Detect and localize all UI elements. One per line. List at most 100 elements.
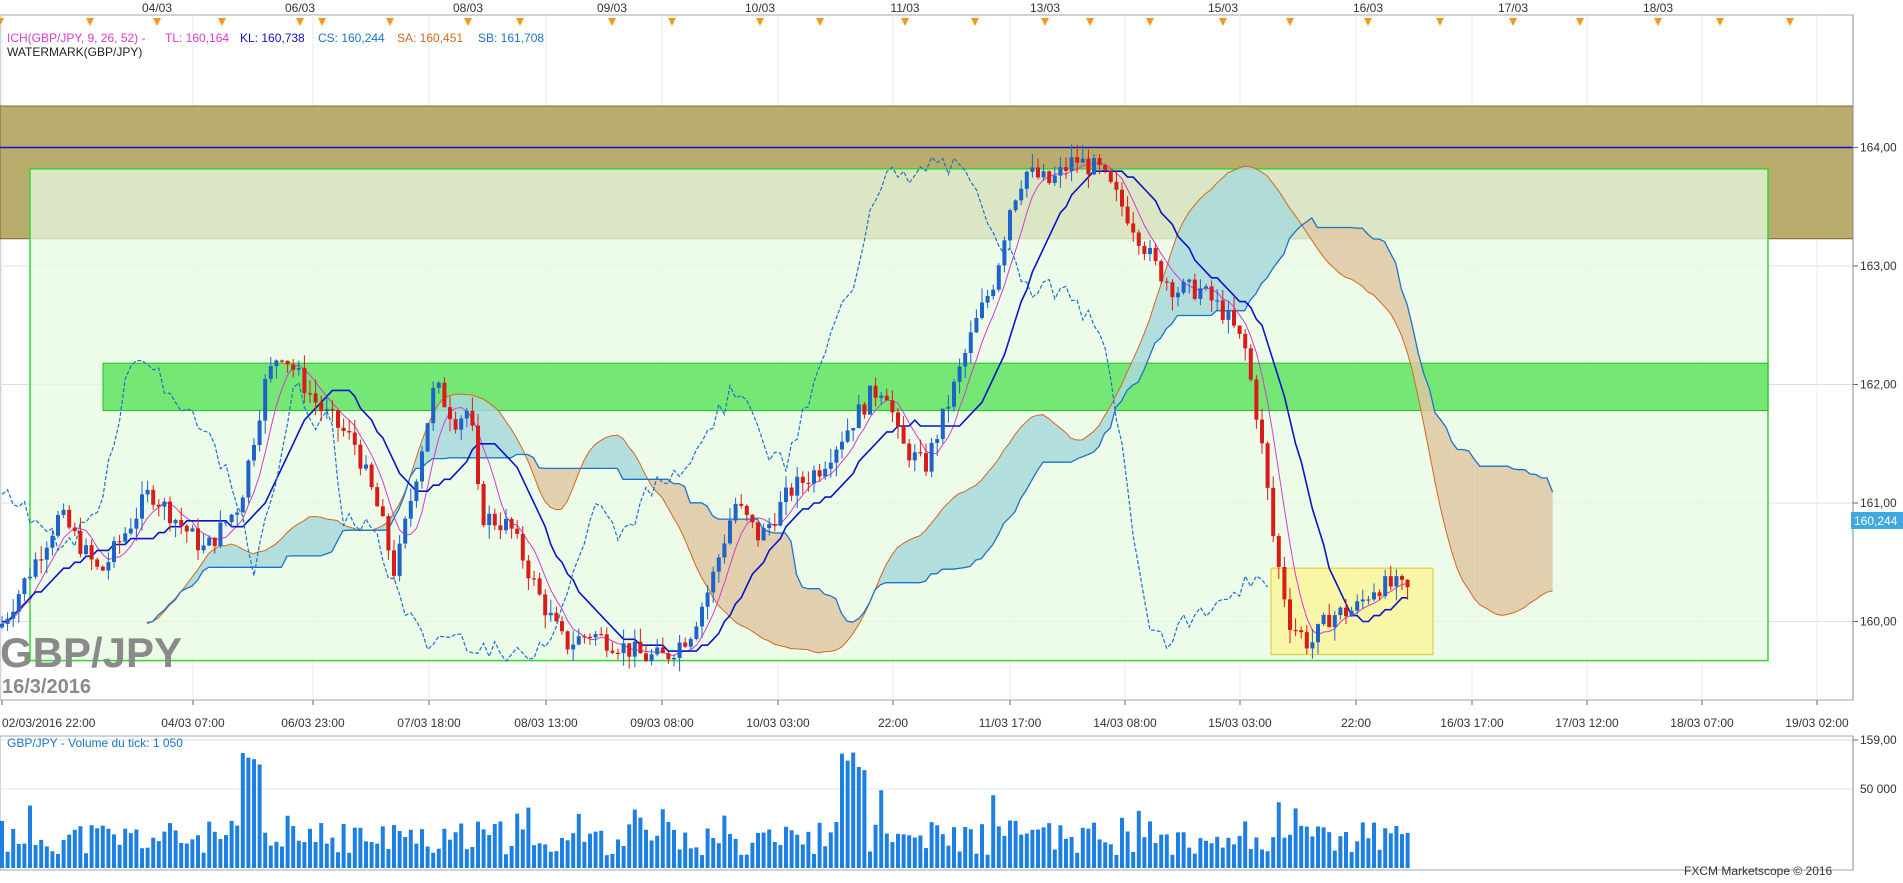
candle-body	[1042, 171, 1046, 177]
candle-body	[1092, 158, 1096, 174]
volume-bar	[1383, 828, 1387, 868]
volume-bar	[1058, 825, 1062, 868]
cloud-segment	[696, 503, 702, 578]
cloud-segment	[248, 552, 254, 567]
volume-bar	[605, 855, 609, 868]
volume-bar	[1338, 836, 1342, 868]
cloud-segment	[819, 589, 825, 653]
volume-bar	[980, 824, 984, 868]
volume-bar	[258, 765, 262, 868]
volume-bar	[241, 753, 245, 868]
volume-bar	[694, 847, 698, 868]
volume-bar	[1002, 836, 1006, 868]
top-axis-label: 13/03	[1030, 1, 1060, 15]
candle-body	[1176, 293, 1180, 297]
volume-bar	[997, 826, 1001, 868]
candle-body	[1019, 189, 1023, 201]
candle-body	[6, 619, 10, 624]
volume-bar	[974, 854, 978, 868]
candle-body	[62, 510, 66, 515]
y-tick-label: 164,00	[1860, 141, 1897, 155]
candle-body	[588, 637, 592, 638]
candle-body	[1114, 182, 1118, 190]
volume-bar	[633, 810, 637, 868]
volume-bar	[599, 831, 603, 868]
candle-body	[1126, 207, 1130, 224]
candle-body	[454, 419, 458, 430]
candle-body	[1154, 248, 1158, 261]
volume-bar	[935, 825, 939, 868]
volume-bar	[45, 846, 49, 868]
volume-bar	[168, 823, 172, 868]
candle-body	[801, 477, 805, 483]
volume-bar	[1014, 821, 1018, 868]
cloud-segment	[1054, 423, 1060, 462]
cloud-segment	[1513, 469, 1519, 613]
candle-body	[521, 534, 525, 561]
cloud-segment	[1009, 434, 1015, 517]
volume-bar	[56, 854, 60, 868]
candle-body	[678, 643, 682, 658]
cloud-segment	[1037, 415, 1043, 471]
volume-bar	[734, 839, 738, 868]
cloud-segment	[1373, 239, 1379, 300]
candle-body	[706, 592, 710, 606]
volume-bar	[157, 841, 161, 868]
candle-body	[504, 519, 508, 530]
cloud-segment	[948, 498, 954, 569]
candle-body	[146, 490, 150, 495]
volume-bar	[67, 835, 71, 868]
candle-body	[297, 368, 301, 370]
candle-body	[78, 531, 82, 554]
candle-body	[1030, 167, 1034, 171]
cloud-segment	[746, 519, 752, 631]
x-tick-label: 16/03 17:00	[1440, 716, 1504, 730]
volume-bar	[554, 851, 558, 868]
indicator-ich: ICH(GBP/JPY, 9, 26, 52) -	[7, 31, 146, 45]
cloud-segment	[1536, 474, 1542, 599]
candle-body	[874, 386, 878, 398]
volume-bar	[1103, 842, 1107, 868]
cloud-segment	[1345, 227, 1351, 279]
candle-body	[375, 487, 379, 506]
candle-body	[1182, 282, 1186, 293]
candle-body	[526, 561, 530, 579]
volume-bar	[823, 846, 827, 868]
volume-bar	[941, 834, 945, 868]
volume-bar	[274, 842, 278, 868]
candle-body	[1271, 488, 1275, 536]
candle-body	[426, 423, 430, 451]
candle-body	[762, 528, 766, 540]
volume-bar	[487, 835, 491, 868]
candle-body	[711, 572, 715, 593]
candle-body	[896, 412, 900, 426]
volume-bar	[381, 826, 385, 868]
indicator-cs: CS: 160,244	[318, 31, 385, 45]
volume-bar	[812, 854, 816, 868]
price-chart[interactable]: 159,00160,00161,00162,00163,00164,0050 0…	[0, 0, 1903, 878]
volume-bar	[868, 851, 872, 868]
candle-body	[571, 645, 575, 650]
cloud-segment	[970, 485, 976, 566]
volume-bar	[1165, 834, 1169, 868]
cloud-segment	[942, 503, 948, 569]
candle-body	[655, 647, 659, 654]
candle-body	[510, 519, 514, 529]
volume-bar	[84, 853, 88, 868]
volume-bar	[11, 829, 15, 868]
cloud-segment	[1245, 166, 1251, 310]
candle-body	[437, 383, 441, 388]
candle-body	[818, 470, 822, 476]
volume-bar	[308, 829, 312, 868]
candle-body	[112, 541, 116, 562]
cloud-segment	[595, 441, 601, 469]
candle-body	[1260, 420, 1264, 444]
candle-body	[1053, 176, 1057, 183]
candle-body	[745, 506, 749, 515]
volume-bar	[431, 853, 435, 868]
candle-body	[1221, 300, 1225, 320]
volume-bar	[622, 846, 626, 868]
candle-body	[683, 643, 687, 647]
top-axis-label: 17/03	[1498, 1, 1528, 15]
candle-body	[1400, 576, 1404, 580]
